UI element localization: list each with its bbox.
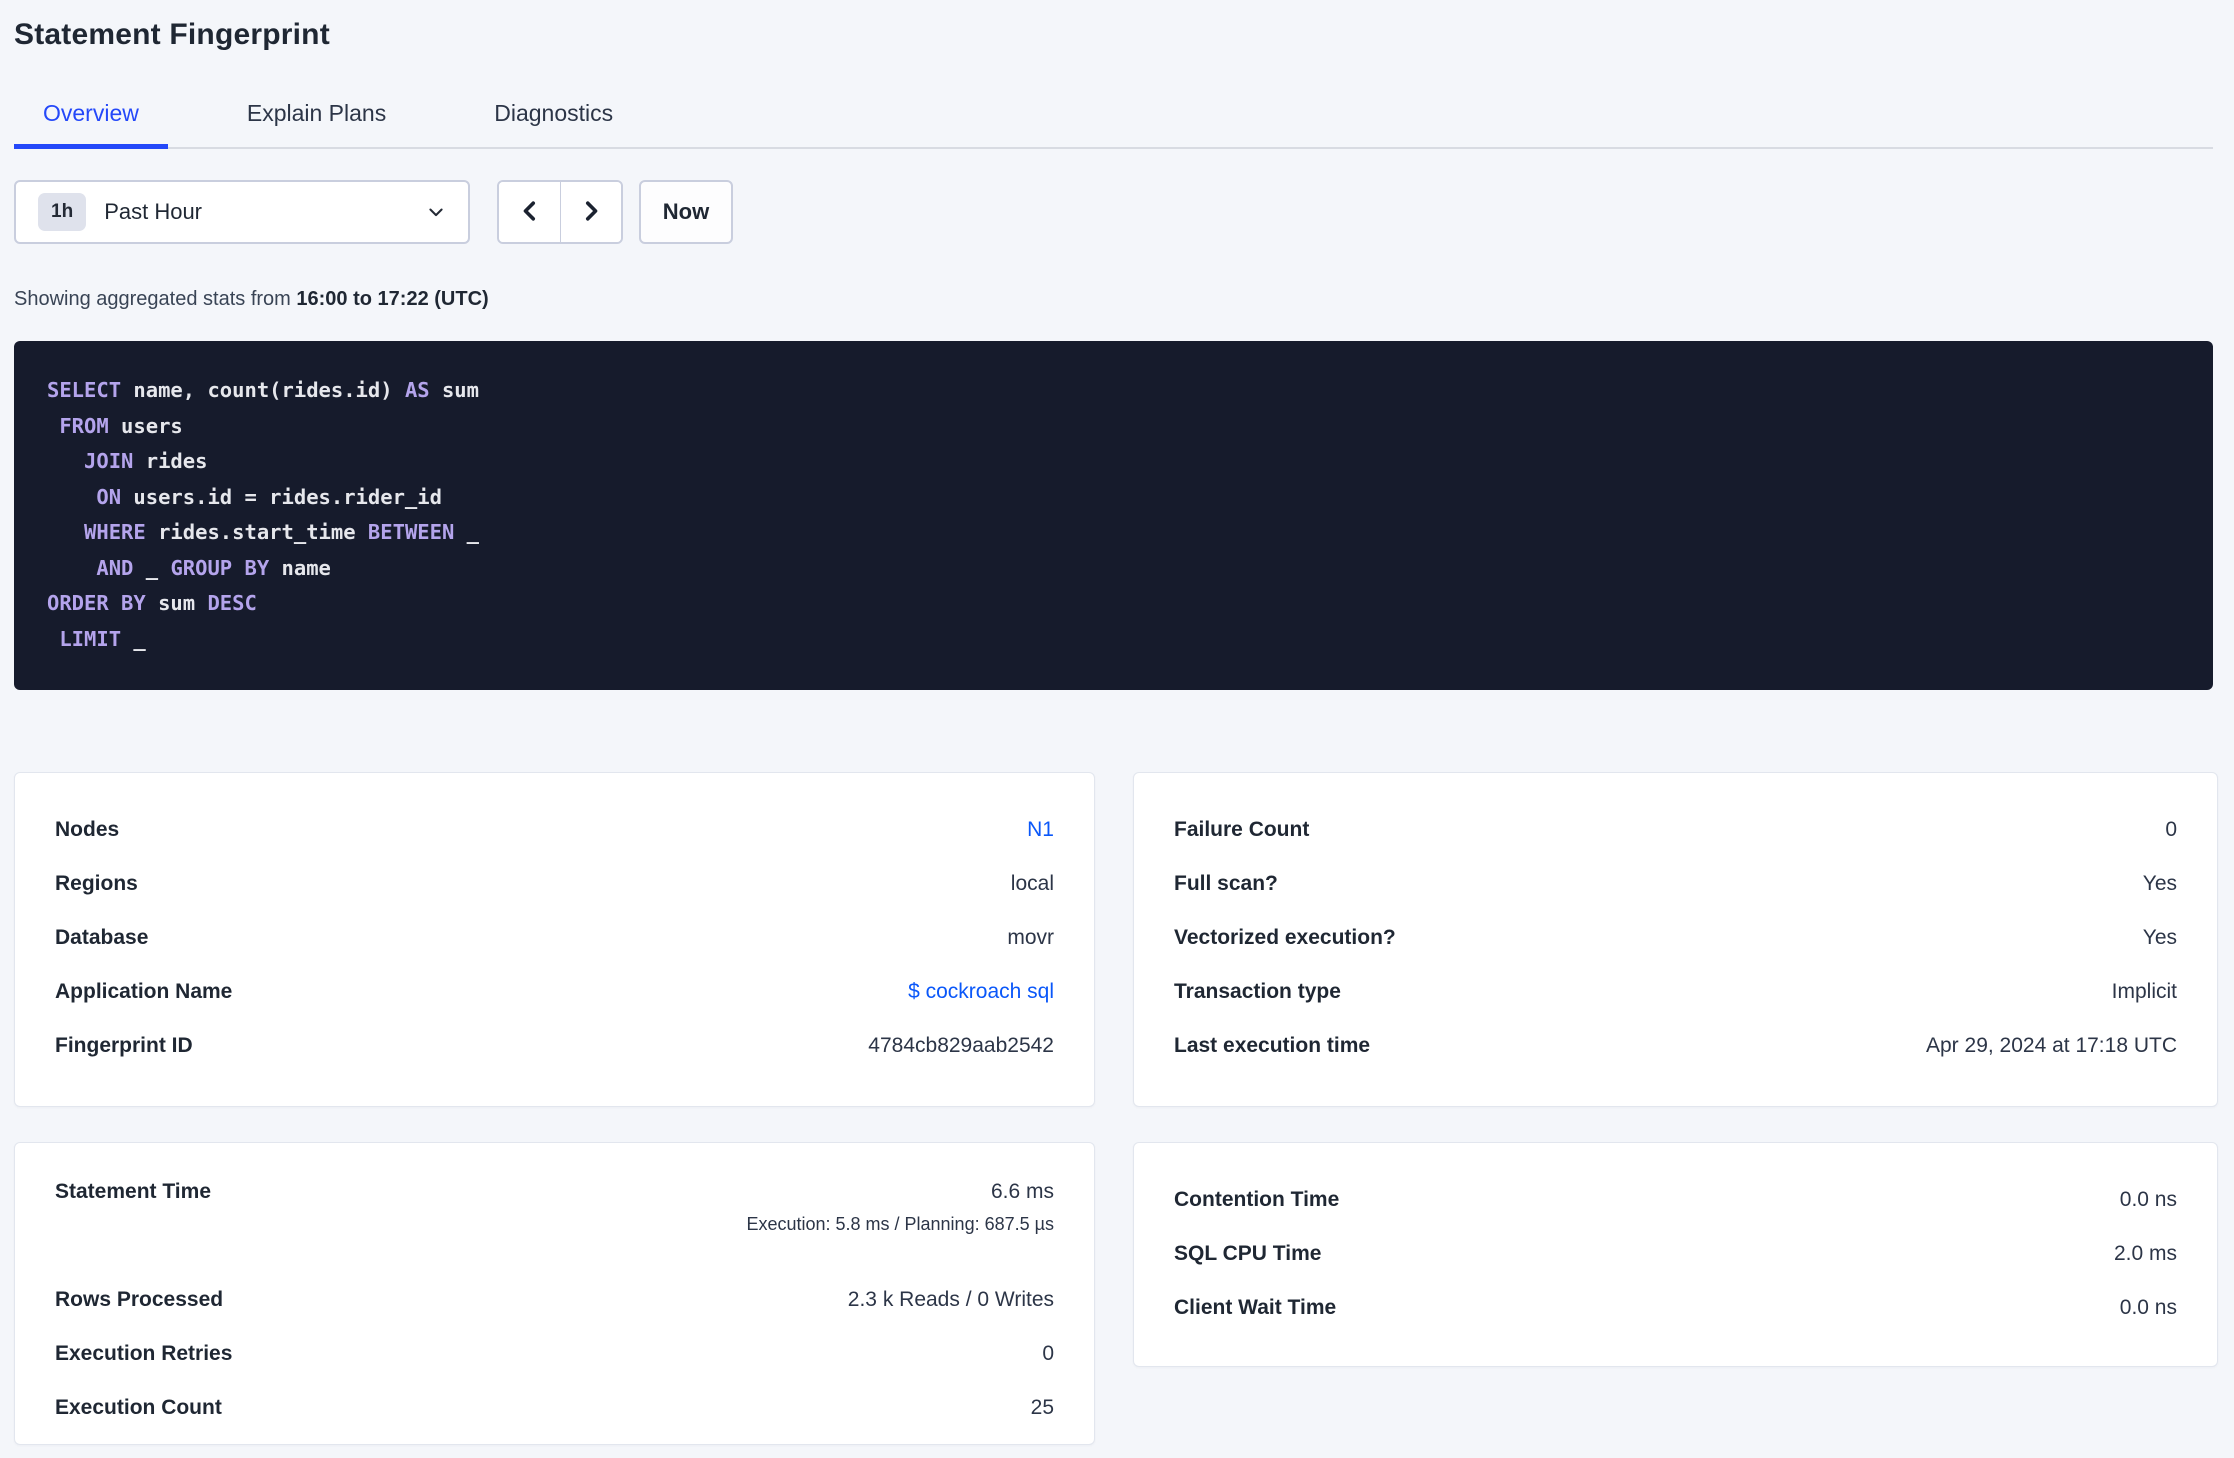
row-client-wait-time: Client Wait Time 0.0 ns [1174, 1281, 2177, 1335]
sql-code: SELECT name, count(rides.id) AS sum FROM… [47, 378, 480, 651]
timing-cards-row: Statement Time 6.6 ms Execution: 5.8 ms … [14, 1142, 2218, 1445]
row-failure-count: Failure Count 0 [1174, 803, 2177, 857]
row-label: Execution Retries [55, 1342, 233, 1365]
tab-explain-plans[interactable]: Explain Plans [218, 100, 415, 149]
row-value: Yes [2142, 926, 2177, 949]
row-value: Apr 29, 2024 at 17:18 UTC [1926, 1034, 2177, 1057]
row-database: Database movr [55, 911, 1054, 965]
time-range-dropdown[interactable]: 1h Past Hour [14, 180, 470, 244]
row-value: 2.3 k Reads / 0 Writes [847, 1288, 1054, 1311]
row-label: Contention Time [1174, 1188, 1340, 1211]
row-nodes: Nodes N1 [55, 803, 1054, 857]
stats-line-prefix: Showing aggregated stats from [14, 288, 297, 310]
sql-statement-box: SELECT name, count(rides.id) AS sum FROM… [14, 341, 2213, 690]
row-statement-time: Statement Time 6.6 ms Execution: 5.8 ms … [55, 1173, 1054, 1273]
row-value: 6.6 ms [990, 1180, 1054, 1203]
row-execution-count: Execution Count 25 [55, 1381, 1054, 1435]
prev-interval-button[interactable] [499, 182, 560, 242]
row-value: Yes [2142, 872, 2177, 895]
interval-label: Past Hour [104, 199, 203, 224]
row-label: Full scan? [1174, 872, 1278, 895]
row-label: Client Wait Time [1174, 1296, 1337, 1319]
row-label: Rows Processed [55, 1288, 224, 1311]
chevron-left-icon [517, 198, 543, 227]
now-button[interactable]: Now [639, 180, 733, 244]
row-subvalue: Execution: 5.8 ms / Planning: 687.5 µs [746, 1214, 1054, 1234]
execution-attributes-card: Failure Count 0 Full scan? Yes Vectorize… [1133, 772, 2218, 1107]
time-nav-group [497, 180, 623, 244]
row-value: 0 [2165, 818, 2177, 841]
row-value: 0.0 ns [2119, 1188, 2177, 1211]
aggregated-stats-line: Showing aggregated stats from 16:00 to 1… [14, 288, 2218, 311]
statement-time-card: Statement Time 6.6 ms Execution: 5.8 ms … [14, 1142, 1095, 1445]
row-value: local [1010, 872, 1054, 895]
chevron-down-icon [426, 202, 446, 222]
statement-details-card: Nodes N1 Regions local Database movr App… [14, 772, 1095, 1107]
overview-cards-row: Nodes N1 Regions local Database movr App… [14, 772, 2218, 1107]
row-sql-cpu-time: SQL CPU Time 2.0 ms [1174, 1227, 2177, 1281]
chevron-right-icon [578, 198, 604, 227]
row-regions: Regions local [55, 857, 1054, 911]
row-label: Application Name [55, 980, 233, 1003]
row-label: Execution Count [55, 1396, 222, 1419]
row-label: Failure Count [1174, 818, 1310, 841]
row-contention-time: Contention Time 0.0 ns [1174, 1173, 2177, 1227]
row-label: Regions [55, 872, 138, 895]
row-value: 4784cb829aab2542 [868, 1034, 1054, 1057]
time-toolbar: 1h Past Hour Now [14, 180, 2218, 244]
row-label: Statement Time [55, 1180, 211, 1203]
tab-overview[interactable]: Overview [14, 100, 168, 149]
row-last-execution-time: Last execution time Apr 29, 2024 at 17:1… [1174, 1019, 2177, 1073]
row-execution-retries: Execution Retries 0 [55, 1327, 1054, 1381]
row-label: Nodes [55, 818, 120, 841]
row-label: Database [55, 926, 149, 949]
row-label: SQL CPU Time [1174, 1242, 1322, 1265]
row-application-name: Application Name $ cockroach sql [55, 965, 1054, 1019]
wait-time-card: Contention Time 0.0 ns SQL CPU Time 2.0 … [1133, 1142, 2218, 1367]
row-value: Implicit [2111, 980, 2177, 1003]
tab-bar: Overview Explain Plans Diagnostics [14, 100, 2213, 149]
row-label: Transaction type [1174, 980, 1341, 1003]
page-title: Statement Fingerprint [14, 18, 330, 51]
stats-line-range: 16:00 to 17:22 (UTC) [296, 288, 489, 310]
row-rows-processed: Rows Processed 2.3 k Reads / 0 Writes [55, 1273, 1054, 1327]
application-name-link[interactable]: $ cockroach sql [908, 980, 1054, 1004]
next-interval-button[interactable] [560, 182, 621, 242]
row-vectorized-execution: Vectorized execution? Yes [1174, 911, 2177, 965]
tab-diagnostics[interactable]: Diagnostics [465, 100, 642, 149]
row-value: 2.0 ms [2113, 1242, 2177, 1265]
row-label: Vectorized execution? [1174, 926, 1396, 949]
row-label: Fingerprint ID [55, 1034, 193, 1057]
row-fingerprint-id: Fingerprint ID 4784cb829aab2542 [55, 1019, 1054, 1073]
row-transaction-type: Transaction type Implicit [1174, 965, 2177, 1019]
interval-badge: 1h [38, 193, 87, 231]
row-value: 25 [1030, 1396, 1054, 1419]
nodes-link[interactable]: N1 [1027, 818, 1054, 842]
row-full-scan: Full scan? Yes [1174, 857, 2177, 911]
row-value: 0.0 ns [2119, 1296, 2177, 1319]
statement-fingerprint-page: Statement Fingerprint Overview Explain P… [0, 0, 2234, 1445]
row-label: Last execution time [1174, 1034, 1371, 1057]
row-value: movr [1007, 926, 1054, 949]
row-value: 0 [1042, 1342, 1054, 1365]
